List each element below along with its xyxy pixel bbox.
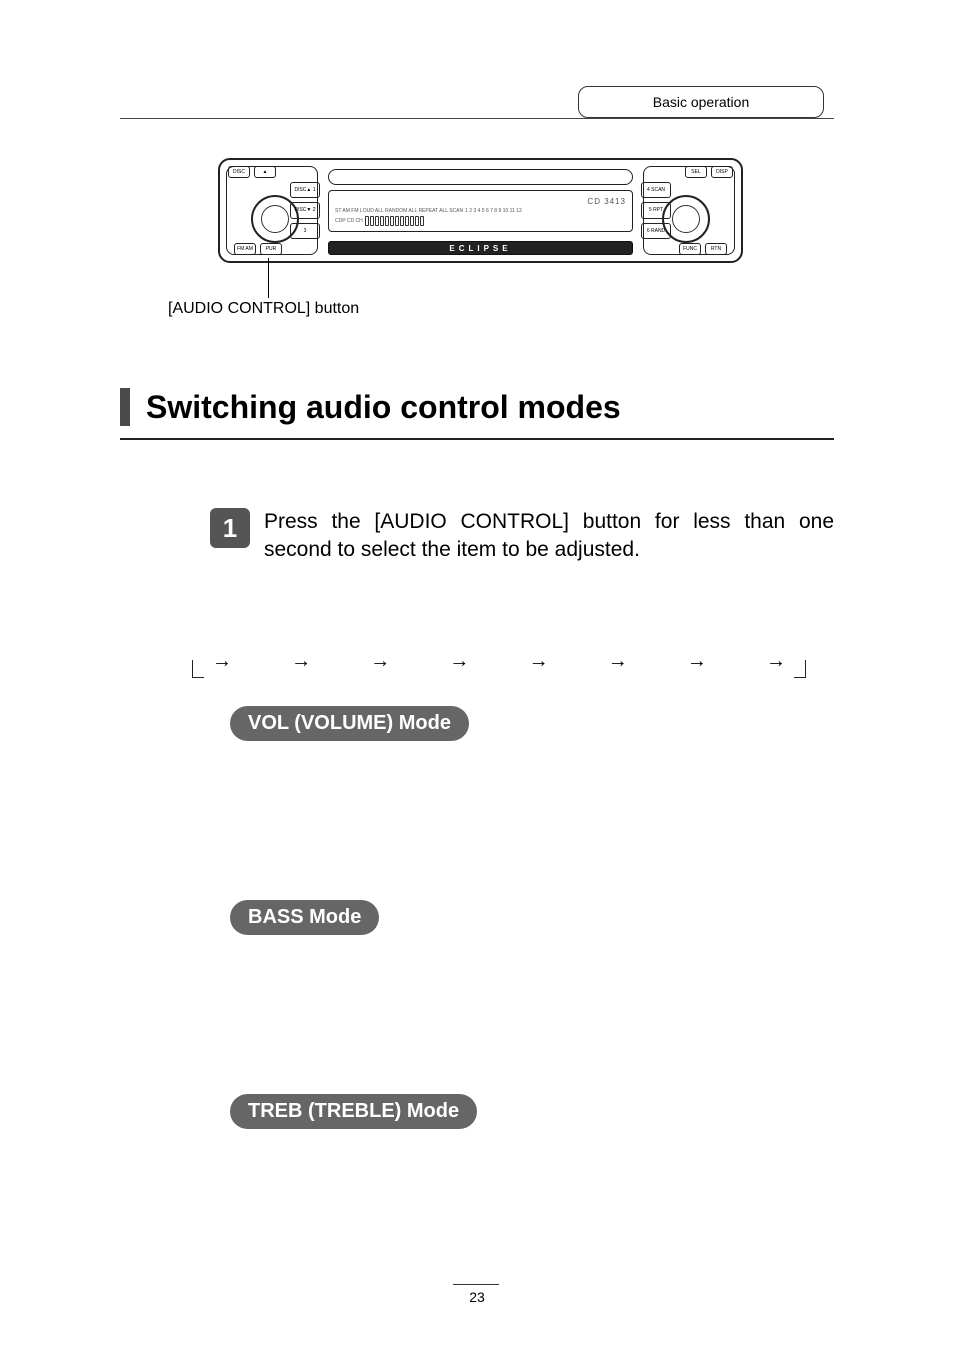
flow-bracket-right <box>794 660 806 678</box>
fm-am-button: FM AM <box>234 243 256 255</box>
arrow-icon: → <box>212 650 232 673</box>
flow-bracket-left <box>192 660 204 678</box>
section-heading: Switching audio control modes <box>120 388 834 440</box>
lcd-bottom-row: CDP CD CH <box>335 216 626 226</box>
model-label: CD 3413 <box>335 197 626 206</box>
scan-button: 4 SCAN <box>641 182 671 198</box>
bass-mode-heading: BASS Mode <box>230 900 379 935</box>
arrow-row: → → → → → → → → <box>212 650 786 673</box>
treb-mode-label: TREB (TREBLE) Mode <box>230 1094 477 1129</box>
button-3: 3 <box>290 223 320 239</box>
heading-accent-bar <box>120 388 130 426</box>
device-illustration: DISC ▲ DISP SEL FM AM PUR RTN FUNC DISC▲… <box>218 158 743 263</box>
arrow-icon: → <box>766 650 786 673</box>
vol-mode-label: VOL (VOLUME) Mode <box>230 706 469 741</box>
device-bezel: DISC ▲ DISP SEL FM AM PUR RTN FUNC DISC▲… <box>218 158 743 263</box>
left-button-column: DISC▲ 1 DISC▼ 2 3 <box>290 182 320 239</box>
bass-mode-label: BASS Mode <box>230 900 379 935</box>
vol-mode-heading: VOL (VOLUME) Mode <box>230 706 469 741</box>
arrow-icon: → <box>291 650 311 673</box>
callout-label: [AUDIO CONTROL] button <box>168 300 359 318</box>
callout-line <box>268 258 269 298</box>
pur-button: PUR <box>260 243 282 255</box>
arrow-icon: → <box>608 650 628 673</box>
section-title: Switching audio control modes <box>146 389 621 426</box>
rtn-button: RTN <box>705 243 727 255</box>
eject-button: ▲ <box>254 166 276 178</box>
mode-flow-diagram: → → → → → → → → <box>192 642 806 678</box>
treb-mode-heading: TREB (TREBLE) Mode <box>230 1094 477 1129</box>
arrow-icon: → <box>687 650 707 673</box>
disc-button: DISC <box>228 166 250 178</box>
page-number: 23 <box>0 1289 954 1305</box>
step-text: Press the [AUDIO CONTROL] button for les… <box>264 508 834 565</box>
arrow-icon: → <box>529 650 549 673</box>
eq-bars-icon <box>365 216 424 226</box>
step-1: 1 Press the [AUDIO CONTROL] button for l… <box>210 508 834 565</box>
lcd-icons-row: ST AM FM LOUD ALL RANDOM ALL REPEAT ALL … <box>335 208 626 214</box>
sel-button: SEL <box>685 166 707 178</box>
header-section-label: Basic operation <box>653 94 750 110</box>
disc-up-button: DISC▲ 1 <box>290 182 320 198</box>
arrow-icon: → <box>449 650 469 673</box>
disp-button: DISP <box>711 166 733 178</box>
cd-slot <box>328 169 633 185</box>
header-section-tab: Basic operation <box>578 86 824 118</box>
step-number-badge: 1 <box>210 508 250 548</box>
right-button-column: 4 SCAN 5 RPT 6 RAND <box>641 182 671 239</box>
lcd-display: CD 3413 ST AM FM LOUD ALL RANDOM ALL REP… <box>328 190 633 232</box>
arrow-icon: → <box>370 650 390 673</box>
disc-down-button: DISC▼ 2 <box>290 202 320 218</box>
rand-button: 6 RAND <box>641 223 671 239</box>
header-rule <box>120 118 834 119</box>
rpt-button: 5 RPT <box>641 202 671 218</box>
page-number-rule <box>453 1284 499 1285</box>
func-button: FUNC <box>679 243 701 255</box>
brand-label: ECLIPSE <box>328 241 633 255</box>
